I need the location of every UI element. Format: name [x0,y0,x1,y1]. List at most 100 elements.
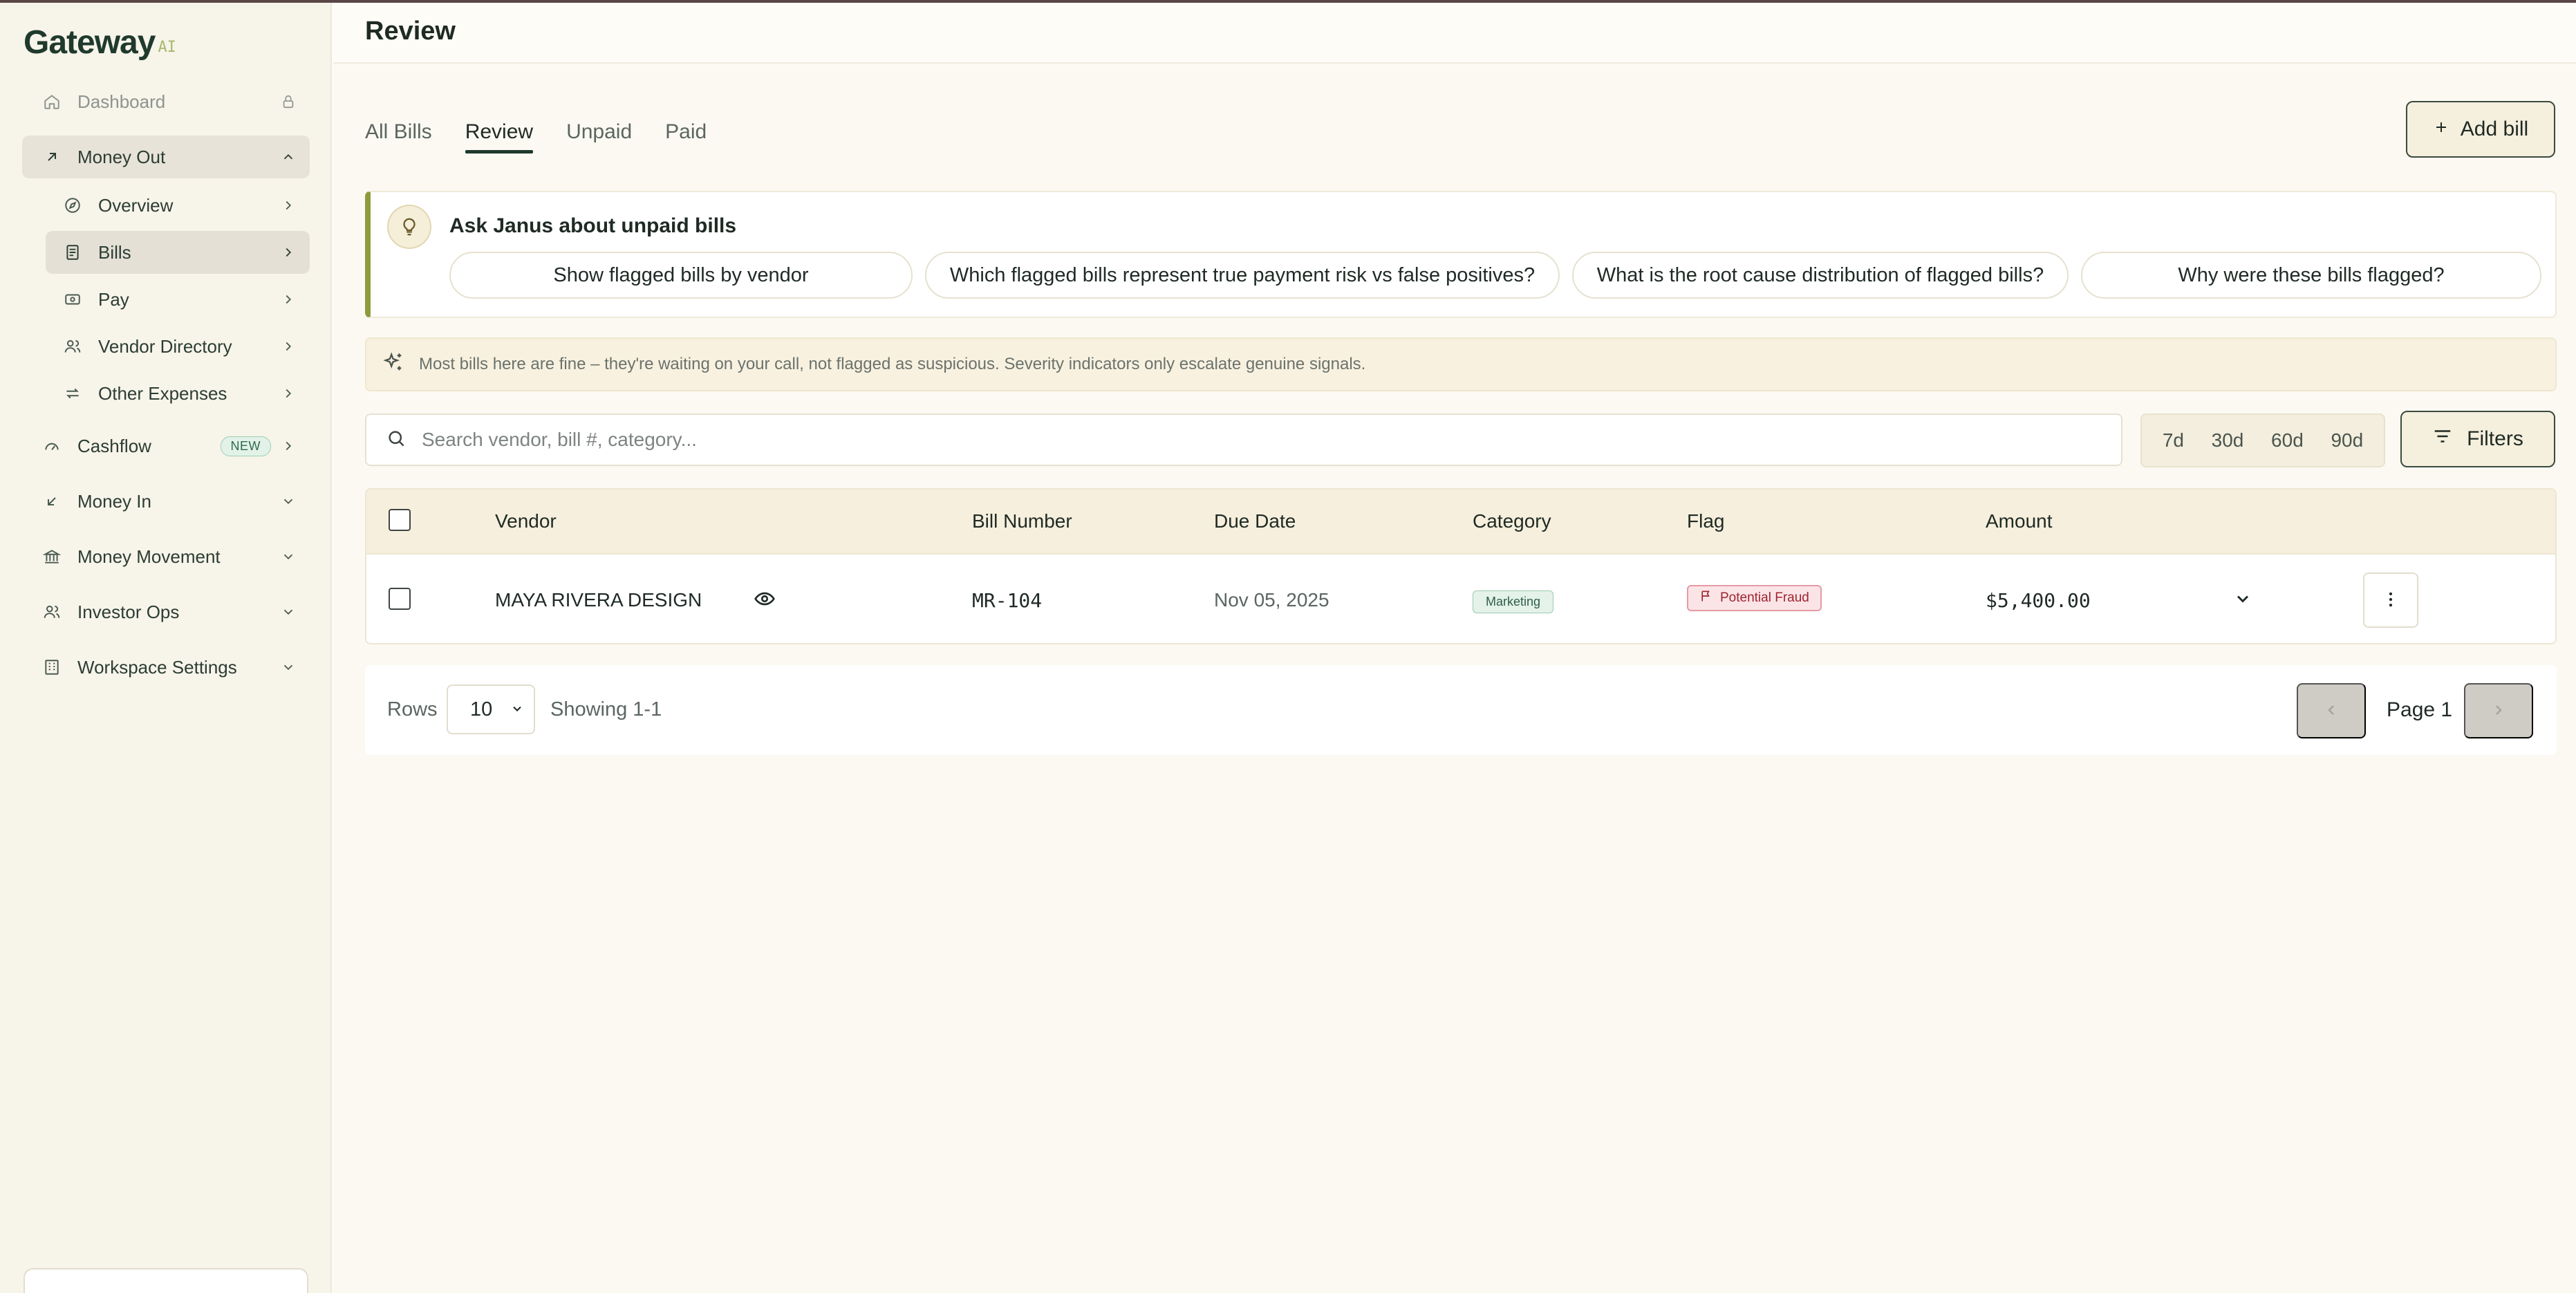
range-7d[interactable]: 7d [2163,429,2184,452]
tab-review[interactable]: Review [465,120,534,154]
tab-paid[interactable]: Paid [665,120,707,154]
sidebar-item-label: Other Expenses [98,382,227,404]
sidebar-item-cashflow[interactable]: Cashflow NEW [22,425,310,467]
page-indicator: Page 1 [2387,698,2453,721]
column-header[interactable]: Category [1473,510,1551,532]
sidebar-item-label: Dashboard [77,91,166,112]
table-header: Vendor Bill Number Due Date Category Fla… [366,490,2555,555]
cash-icon [62,289,83,310]
chevron-down-icon [281,604,296,620]
sidebar-item-money-in[interactable]: Money In [22,480,310,523]
sidebar-item-label: Cashflow [77,435,151,456]
suggestion-chip[interactable]: Show flagged bills by vendor [449,252,913,299]
sidebar-item-label: Pay [98,288,129,310]
column-header[interactable]: Vendor [495,510,557,532]
bank-icon [41,546,62,567]
sidebar-item-money-movement[interactable]: Money Movement [22,535,310,578]
receipt-icon [62,242,83,263]
sidebar-item-money-out[interactable]: Money Out [22,136,310,178]
previous-page-button[interactable] [2297,683,2366,738]
ask-suggestions: Show flagged bills by vendor Which flagg… [449,252,2541,299]
info-note-text: Most bills here are fine – they're waiti… [419,355,1366,373]
repeat-icon [62,383,83,404]
plus-icon [2433,118,2449,141]
sidebar-nav: Dashboard Money Out Overview Bills Pay V… [22,80,310,689]
range-30d[interactable]: 30d [2212,429,2244,452]
amount: $5,400.00 [1986,589,2091,612]
vendor-name[interactable]: MAYA RIVERA DESIGN [495,589,702,611]
row-checkbox[interactable] [389,588,411,610]
next-page-button[interactable] [2464,683,2533,738]
building-icon [41,657,62,678]
expand-row-chevron-icon[interactable] [2233,589,2252,612]
filters-button[interactable]: Filters [2400,411,2555,467]
flag-icon [1699,589,1713,607]
add-bill-button[interactable]: Add bill [2406,101,2555,158]
due-date: Nov 05, 2025 [1214,589,1329,611]
lightbulb-icon [387,205,431,249]
sidebar-item-bills[interactable]: Bills [46,231,310,274]
sidebar-footer-card[interactable] [24,1268,308,1293]
app-name-suffix: AI [158,39,176,56]
sidebar-item-overview[interactable]: Overview [46,184,310,227]
pagination-bar: Rows 10 Showing 1-1 Page 1 [365,665,2557,755]
suggestion-chip[interactable]: What is the root cause distribution of f… [1572,252,2069,299]
money-out-subnav: Overview Bills Pay Vendor Directory Othe… [22,184,310,415]
search-icon [386,428,407,452]
arrow-up-right-icon [41,147,62,167]
column-header[interactable]: Amount [1986,510,2053,532]
tab-all-bills[interactable]: All Bills [365,120,432,154]
chevron-down-icon [281,494,296,509]
chevron-right-icon [281,292,296,307]
chevron-right-icon [281,438,296,454]
sidebar-item-dashboard[interactable]: Dashboard [22,80,310,123]
chevron-right-icon [281,339,296,354]
chevron-right-icon [281,198,296,213]
column-header[interactable]: Bill Number [972,510,1072,532]
column-header[interactable]: Due Date [1214,510,1296,532]
column-header[interactable]: Flag [1687,510,1724,532]
arrow-down-left-icon [41,491,62,512]
bill-tabs: All Bills Review Unpaid Paid [365,120,707,154]
suggestion-chip[interactable]: Why were these bills flagged? [2081,252,2541,299]
page-title: Review [365,17,456,46]
ask-janus-title: Ask Janus about unpaid bills [449,214,737,237]
sidebar-item-workspace-settings[interactable]: Workspace Settings [22,646,310,689]
search-box [365,413,2122,466]
add-bill-label: Add bill [2460,118,2529,140]
sidebar-item-label: Money In [77,490,151,512]
chevron-down-icon [281,549,296,564]
sidebar-item-label: Money Movement [77,546,221,567]
select-all-checkbox[interactable] [389,509,411,531]
app-logo[interactable]: Gateway AI [24,24,176,62]
chevron-right-icon [281,386,296,401]
range-60d[interactable]: 60d [2271,429,2304,452]
flag-badge: Potential Fraud [1687,585,1822,611]
suggestion-chip[interactable]: Which flagged bills represent true payme… [925,252,1560,299]
eye-icon[interactable] [754,588,776,613]
sidebar-item-other-expenses[interactable]: Other Expenses [46,372,310,415]
date-range-selector: 7d 30d 60d 90d [2140,413,2385,467]
range-90d[interactable]: 90d [2331,429,2363,452]
compass-icon [62,195,83,216]
gauge-icon [41,436,62,456]
flag-label: Potential Fraud [1720,590,1809,605]
page-header: Review [333,3,2576,64]
showing-count: Showing 1-1 [550,698,662,720]
sidebar-item-label: Investor Ops [77,601,180,622]
search-input[interactable] [422,429,2121,451]
sidebar-item-investor-ops[interactable]: Investor Ops [22,590,310,633]
app-name: Gateway [24,24,156,61]
sidebar-item-pay[interactable]: Pay [46,278,310,321]
chevron-up-icon [281,149,296,165]
rows-per-page-select[interactable]: 10 [447,685,535,734]
sidebar-item-label: Bills [98,241,131,263]
row-actions-button[interactable] [2363,573,2418,628]
tab-unpaid[interactable]: Unpaid [566,120,632,154]
sidebar-item-label: Money Out [77,146,166,167]
table-row[interactable]: MAYA RIVERA DESIGN MR-104 Nov 05, 2025 M… [366,555,2555,643]
chevron-right-icon [2490,702,2507,720]
home-icon [41,91,62,112]
more-vertical-icon [2381,590,2400,611]
sidebar-item-vendor-directory[interactable]: Vendor Directory [46,325,310,368]
